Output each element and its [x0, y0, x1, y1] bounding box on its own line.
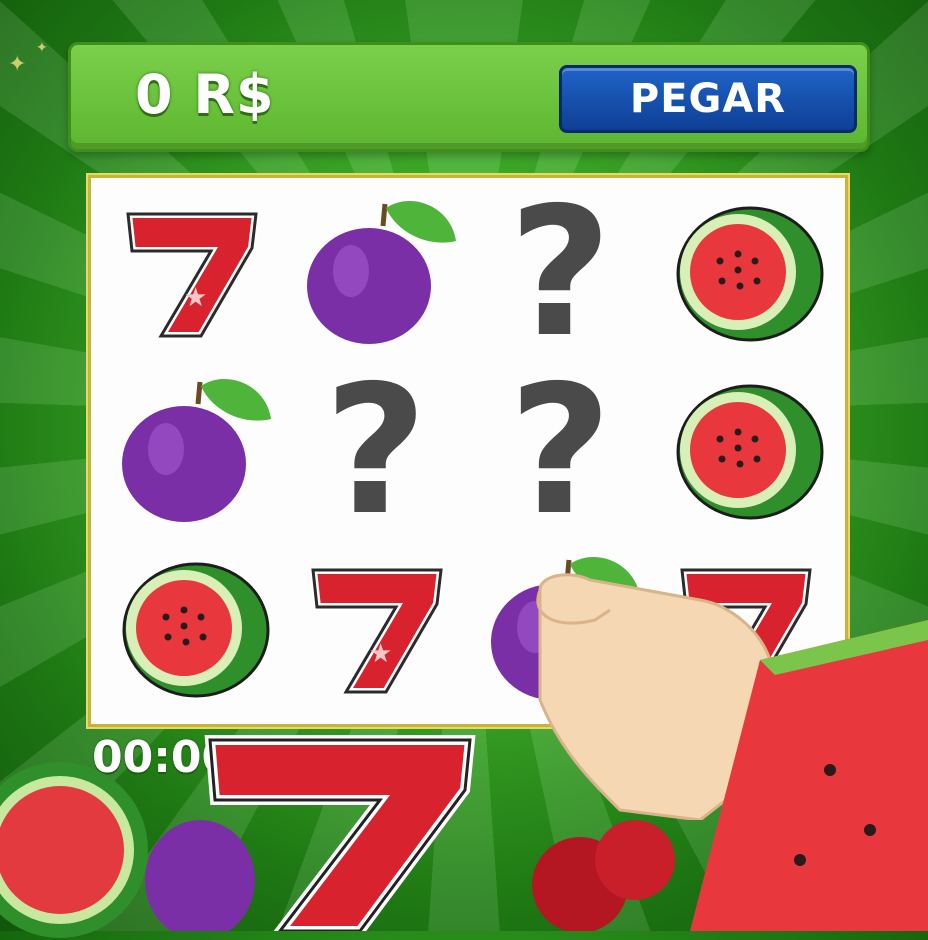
seven-icon: ★	[291, 542, 461, 716]
question-mark-icon: ?	[324, 347, 428, 554]
board-cell[interactable]	[99, 362, 284, 540]
seven-decoration-icon	[204, 735, 476, 931]
plum-icon	[291, 186, 461, 360]
board-cell[interactable]	[653, 184, 838, 362]
plum-icon	[106, 364, 276, 538]
board-cell[interactable]	[99, 540, 284, 718]
watermelon-decoration-icon	[0, 762, 148, 938]
board-cell[interactable]: ★	[284, 540, 469, 718]
balance-bar: 0 R$ PEGAR	[68, 42, 870, 152]
sparkle-icon: ✦	[8, 52, 27, 77]
board-cell[interactable]: ?	[468, 184, 653, 362]
question-mark-icon: ?	[508, 347, 612, 554]
svg-text:★: ★	[369, 639, 392, 669]
watermelon-slice-decoration-icon	[690, 620, 928, 931]
cherry-decoration-icon	[532, 820, 675, 931]
sparkle-icon: ✦	[36, 40, 48, 56]
seven-icon: ★	[106, 186, 276, 360]
board-cell[interactable]	[653, 362, 838, 540]
collect-button[interactable]: PEGAR	[559, 65, 857, 133]
svg-text:★: ★	[184, 283, 207, 313]
watermelon-icon	[106, 542, 276, 716]
board-cell[interactable]: ?	[284, 362, 469, 540]
watermelon-icon	[660, 364, 830, 538]
board-cell[interactable]: ★	[99, 184, 284, 362]
balance-amount: 0 R$	[135, 63, 275, 126]
watermelon-icon	[660, 186, 830, 360]
board-cell[interactable]	[284, 184, 469, 362]
board-cell[interactable]: ?	[468, 362, 653, 540]
question-mark-icon: ?	[508, 169, 612, 376]
